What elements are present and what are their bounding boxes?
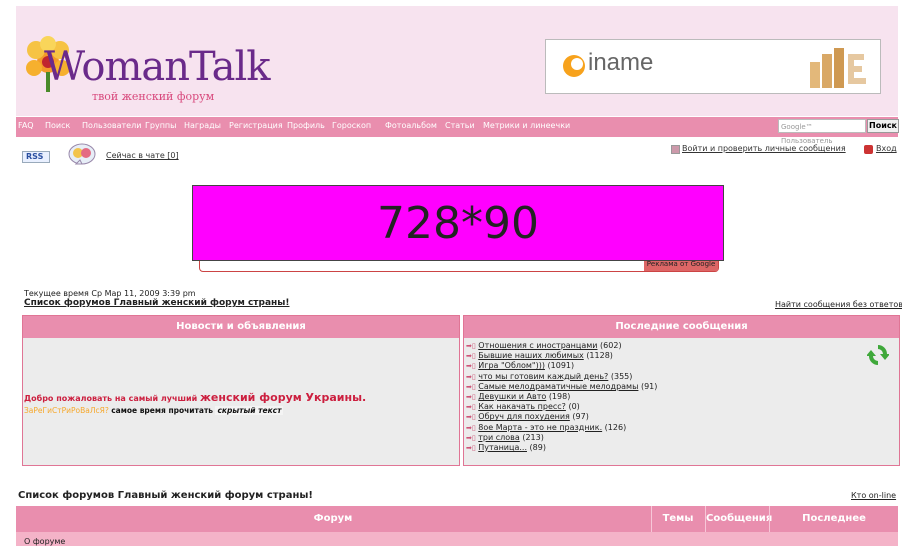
latest-topic-count: (126) — [604, 422, 627, 432]
nav-profile[interactable]: Профиль — [287, 121, 325, 130]
post-arrow-icon: ➡▯ — [466, 392, 476, 401]
col-topics: Темы — [662, 513, 694, 524]
latest-topic-link[interactable]: Бывшие наших любимых — [478, 351, 584, 360]
nav-photoalbum[interactable]: Фотоальбом — [385, 121, 437, 130]
col-posts: Сообщения — [706, 513, 773, 524]
rss-feed-button[interactable]: RSS — [22, 151, 50, 163]
nav-horoscope[interactable]: Гороскоп — [332, 121, 371, 130]
post-arrow-icon: ➡▯ — [466, 382, 476, 391]
logo-subtitle: твой женский форум — [92, 90, 215, 103]
refresh-icon[interactable] — [867, 343, 889, 367]
list-item: ➡▯ Как накачать пресс? (0) — [466, 402, 657, 412]
latest-topic-link[interactable]: Как накачать пресс? — [478, 402, 566, 411]
news-panel: Новости и объявления Добро пожаловать на… — [22, 315, 460, 466]
latest-messages-list: ➡▯ Отношения с иностранцами (602) ➡▯ Быв… — [466, 341, 657, 453]
latest-topic-count: (97) — [572, 412, 589, 422]
mail-icon — [671, 145, 680, 154]
nav-articles[interactable]: Статьи — [445, 121, 475, 130]
partner-banner-text: iname — [588, 49, 654, 76]
post-arrow-icon: ➡▯ — [466, 372, 476, 381]
latest-topic-count: (1128) — [586, 351, 613, 361]
read-time-text: самое время прочитать — [111, 406, 214, 415]
latest-topic-count: (91) — [640, 381, 658, 391]
latest-topic-link[interactable]: Путаница... — [478, 443, 527, 452]
welcome-message: Добро пожаловать на самый лучший женский… — [24, 391, 366, 404]
logo-title: WomanTalk — [44, 44, 270, 90]
latest-topic-count: (198) — [548, 391, 571, 401]
post-arrow-icon: ➡▯ — [466, 342, 476, 350]
latest-panel-title: Последние сообщения — [464, 316, 899, 338]
post-arrow-icon: ➡▯ — [466, 362, 476, 371]
latest-messages-panel: Последние сообщения ➡▯ Отношения с иност… — [463, 315, 900, 466]
current-time: Текущее время Ср Мар 11, 2009 3:39 pm — [24, 289, 196, 298]
latest-topic-count: (0) — [568, 402, 580, 412]
latest-topic-link[interactable]: что мы готовим каждый день? — [478, 372, 608, 381]
latest-topic-link[interactable]: Девушки и Авто — [478, 392, 546, 401]
list-item: ➡▯ Обруч для похудения (97) — [466, 412, 657, 422]
forum-table-header: Форум Темы Сообщения Последнее сообщение — [16, 506, 898, 550]
enter-link[interactable]: Вход — [876, 144, 897, 153]
nav-groups[interactable]: Группы — [145, 121, 176, 130]
login-messages-link[interactable]: Войти и проверить личные сообщения — [682, 144, 846, 153]
post-arrow-icon: ➡▯ — [466, 352, 476, 361]
list-item: ➡▯ Девушки и Авто (198) — [466, 392, 657, 402]
latest-topic-count: (1091) — [547, 361, 575, 371]
latest-topic-link[interactable]: Самые мелодраматичные мелодрамы — [478, 382, 638, 391]
forum-index-link[interactable]: Список форумов Главный женский форум стр… — [24, 298, 289, 308]
latest-topic-link[interactable]: 8ое Марта - это не праздник. — [478, 423, 602, 432]
category-title[interactable]: О форуме — [24, 537, 65, 546]
chat-link[interactable]: Сейчас в чате [0] — [106, 151, 179, 160]
sun-icon — [563, 55, 585, 77]
list-item: ➡▯ Отношения с иностранцами (602) — [466, 341, 657, 351]
post-arrow-icon: ➡▯ — [466, 443, 476, 452]
nav-metrics[interactable]: Метрики и линеечки — [483, 121, 570, 130]
latest-topic-link[interactable]: три слова — [478, 433, 520, 442]
list-item: ➡▯ Самые мелодраматичные мелодрамы (91) — [466, 382, 657, 392]
latest-topic-link[interactable]: Игра "Облом"))) — [478, 361, 545, 370]
list-item: ➡▯ что мы готовим каждый день? (355) — [466, 372, 657, 382]
col-forum: Форум — [313, 513, 353, 524]
nav-search[interactable]: Поиск — [45, 121, 70, 130]
hidden-text-label[interactable]: скрытый текст — [215, 406, 284, 415]
list-item: ➡▯ Бывшие наших любимых (1128) — [466, 351, 657, 361]
chat-icon[interactable] — [68, 142, 96, 168]
list-item: ➡▯ Путаница... (89) — [466, 443, 657, 453]
latest-topic-link[interactable]: Обруч для похудения — [478, 412, 570, 421]
nav-users[interactable]: Пользователи — [82, 121, 141, 130]
nav-register[interactable]: Регистрация — [229, 121, 283, 130]
partner-banner[interactable]: iname — [545, 39, 881, 94]
hidden-text-hint: ЗаРеГиСтРиРоВаЛсЯ? самое время прочитать… — [24, 406, 284, 415]
ad-placeholder[interactable]: 728*90 — [192, 185, 724, 261]
ad-placeholder-text: 728*90 — [377, 198, 539, 249]
forum-list-title: Список форумов Главный женский форум стр… — [18, 490, 313, 501]
unanswered-link[interactable]: Найти сообщения без ответов — [775, 300, 902, 309]
post-arrow-icon: ➡▯ — [466, 423, 476, 432]
news-panel-title: Новости и объявления — [23, 316, 459, 338]
latest-topic-count: (602) — [600, 341, 622, 350]
latest-topic-count: (355) — [610, 371, 633, 381]
latest-topic-link[interactable]: Отношения с иностранцами — [478, 341, 597, 350]
search-button[interactable]: Поиск — [867, 119, 899, 133]
nav-awards[interactable]: Награды — [184, 121, 221, 130]
welcome-prefix: Добро пожаловать на самый лучший — [24, 394, 198, 403]
col-last-post: Последнее сообщение — [801, 513, 866, 550]
latest-topic-count: (89) — [529, 442, 546, 452]
list-item: ➡▯ три слова (213) — [466, 433, 657, 443]
post-arrow-icon: ➡▯ — [466, 403, 476, 412]
list-item: ➡▯ 8ое Марта - это не праздник. (126) — [466, 423, 657, 433]
registered-text: ЗаРеГиСтРиРоВаЛсЯ? — [24, 406, 109, 415]
latest-topic-count: (213) — [522, 432, 544, 442]
who-online-link[interactable]: Кто on-line — [851, 491, 896, 500]
post-arrow-icon: ➡▯ — [466, 433, 476, 442]
site-logo[interactable]: WomanTalk твой женский форум — [22, 36, 270, 106]
enter-icon — [864, 145, 873, 154]
nav-faq[interactable]: FAQ — [18, 121, 34, 130]
google-search-input[interactable]: Google™ Пользователь — [778, 119, 866, 145]
table-row: О форуме — [16, 532, 898, 546]
post-arrow-icon: ➡▯ — [466, 413, 476, 422]
welcome-highlight: женский форум Украины. — [199, 391, 367, 404]
main-navigation: FAQ Поиск Пользователи Группы Награды Ре… — [16, 117, 898, 137]
list-item: ➡▯ Игра "Облом"))) (1091) — [466, 361, 657, 371]
banner-graphic-icon — [804, 44, 876, 88]
